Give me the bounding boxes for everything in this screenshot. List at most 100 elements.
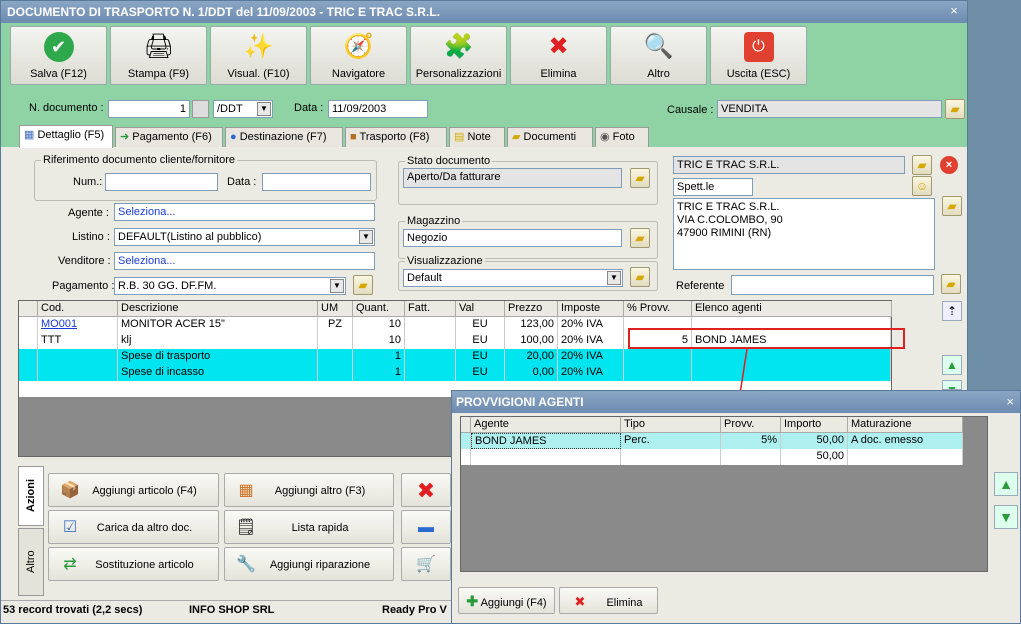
contact-icon[interactable]: ☺	[912, 176, 932, 196]
grid-header[interactable]: Val	[456, 301, 505, 317]
navigator-button[interactable]: 🧭 Navigatore	[310, 26, 407, 85]
dialog-header[interactable]: Agente	[471, 417, 621, 433]
agente-cell[interactable]	[471, 449, 621, 465]
arrow-down-icon[interactable]: ▼	[994, 505, 1018, 529]
dialog-header[interactable]: Provv.	[721, 417, 781, 433]
arrow-down-icon[interactable]: ▼	[942, 380, 962, 390]
dialog-header[interactable]: Maturazione	[848, 417, 963, 433]
tipo-cell[interactable]: Perc.	[621, 433, 721, 449]
row-selector[interactable]	[19, 333, 38, 349]
grid-header[interactable]: Quant.	[353, 301, 405, 317]
grid-header[interactable]: Descrizione	[118, 301, 318, 317]
qty-cell[interactable]: 1	[353, 349, 405, 365]
row-selector[interactable]	[19, 365, 38, 381]
fatt-cell[interactable]	[405, 365, 456, 381]
chevron-down-icon[interactable]: ▼	[607, 271, 621, 285]
grid-header[interactable]: UM	[318, 301, 353, 317]
arrow-up-icon[interactable]: ▲	[942, 355, 962, 375]
more-button[interactable]: 🔍 Altro	[610, 26, 707, 85]
prezzo-cell[interactable]: 0,00	[505, 365, 558, 381]
tab-foto[interactable]: ◉ Foto	[595, 127, 649, 147]
ndoc-input[interactable]: 1	[108, 100, 190, 118]
add-line-button[interactable]: ▬	[401, 510, 451, 544]
save-button[interactable]: ✔ Salva (F12)	[10, 26, 107, 85]
table-row[interactable]: BOND JAMES Perc. 5% 50,00 A doc. emesso	[461, 433, 963, 449]
prezzo-cell[interactable]: 100,00	[505, 333, 558, 349]
table-row[interactable]: Spese di trasporto 1 EU 20,00 20% IVA	[19, 349, 891, 365]
ndoc-picker-button[interactable]	[192, 100, 209, 118]
imposte-cell[interactable]: 20% IVA	[558, 365, 624, 381]
grid-header[interactable]: % Provv.	[624, 301, 692, 317]
agenti-cell[interactable]	[692, 365, 891, 381]
print-button[interactable]: 🖨 Stampa (F9)	[110, 26, 207, 85]
val-cell[interactable]: EU	[456, 365, 505, 381]
window-close-icon[interactable]: ×	[947, 4, 961, 18]
causale-folder-icon[interactable]: ▰	[945, 99, 965, 119]
val-cell[interactable]: EU	[456, 349, 505, 365]
fatt-cell[interactable]	[405, 349, 456, 365]
grid-header[interactable]: Cod.	[38, 301, 118, 317]
tab-altro[interactable]: Altro	[18, 528, 44, 596]
quick-list-button[interactable]: 🗒 Lista rapida	[224, 510, 394, 544]
address-box[interactable]: TRIC E TRAC S.R.L. VIA C.COLOMBO, 90 479…	[673, 198, 935, 270]
address-folder-icon[interactable]: ▰	[942, 196, 962, 216]
tab-dettaglio[interactable]: ▦ Dettaglio (F5)	[19, 125, 113, 148]
tab-note[interactable]: ▤ Note	[449, 127, 505, 147]
arrow-up-icon[interactable]: ▲	[994, 472, 1018, 496]
load-from-doc-button[interactable]: ☑ Carica da altro doc.	[48, 510, 219, 544]
num-input[interactable]	[105, 173, 218, 191]
dialog-header[interactable]: Tipo	[621, 417, 721, 433]
imposte-cell[interactable]: 20% IVA	[558, 349, 624, 365]
maturazione-cell[interactable]	[848, 449, 963, 465]
delete-button[interactable]: ✖ Elimina	[510, 26, 607, 85]
prezzo-cell[interactable]: 20,00	[505, 349, 558, 365]
grid-header[interactable]: Elenco agenti	[692, 301, 892, 317]
customizations-button[interactable]: 🧩 Personalizzazioni	[410, 26, 507, 85]
importo-cell[interactable]: 50,00	[781, 433, 848, 449]
remove-line-button[interactable]: ✖	[401, 473, 451, 507]
pagamento-select[interactable]: R.B. 30 GG. DF.FM. ▼	[114, 277, 346, 295]
prezzo-cell[interactable]: 123,00	[505, 317, 558, 333]
stato-folder-icon[interactable]: ▰	[630, 168, 650, 188]
row-selector[interactable]	[461, 433, 471, 449]
val-cell[interactable]: EU	[456, 317, 505, 333]
cliente-folder-icon[interactable]: ▰	[912, 155, 932, 175]
qty-cell[interactable]: 1	[353, 365, 405, 381]
move-up-icon[interactable]: ⇡	[942, 301, 962, 321]
grid-header[interactable]: Imposte	[558, 301, 624, 317]
date-input[interactable]: 11/09/2003	[328, 100, 428, 118]
desc-cell[interactable]: Spese di incasso	[118, 365, 318, 381]
data-input[interactable]	[262, 173, 371, 191]
magazzino-input[interactable]: Negozio	[403, 229, 622, 247]
referente-folder-icon[interactable]: ▰	[941, 274, 961, 294]
table-row[interactable]: Spese di incasso 1 EU 0,00 20% IVA	[19, 365, 891, 381]
qty-cell[interactable]: 10	[353, 317, 405, 333]
add-repair-button[interactable]: 🔧 Aggiungi riparazione	[224, 547, 394, 581]
agente-cell[interactable]: BOND JAMES	[471, 433, 621, 449]
referente-input[interactable]	[731, 275, 934, 295]
um-cell[interactable]	[318, 349, 353, 365]
fatt-cell[interactable]	[405, 317, 456, 333]
desc-cell[interactable]: klj	[118, 333, 318, 349]
imposte-cell[interactable]: 20% IVA	[558, 317, 624, 333]
row-selector[interactable]	[19, 317, 38, 333]
chevron-down-icon[interactable]: ▼	[359, 230, 373, 244]
table-row[interactable]: 50,00	[461, 449, 963, 465]
provv-cell[interactable]	[624, 365, 692, 381]
val-cell[interactable]: EU	[456, 333, 505, 349]
desc-cell[interactable]: Spese di trasporto	[118, 349, 318, 365]
qty-cell[interactable]: 10	[353, 333, 405, 349]
dialog-add-button[interactable]: ✚ Aggiungi (F4)	[458, 587, 555, 614]
visualizzazione-select[interactable]: Default ▼	[403, 269, 623, 287]
cliente-name[interactable]: TRIC E TRAC S.R.L.	[673, 156, 905, 174]
cod-cell[interactable]: TTT	[38, 333, 118, 349]
cod-link[interactable]: MO001	[38, 317, 118, 333]
tab-pagamento[interactable]: ➜ Pagamento (F6)	[115, 127, 223, 147]
pagamento-folder-icon[interactable]: ▰	[353, 275, 373, 295]
provv-cell[interactable]: 5%	[721, 433, 781, 449]
imposte-cell[interactable]: 20% IVA	[558, 333, 624, 349]
tipo-cell[interactable]	[621, 449, 721, 465]
series-select[interactable]: /DDT ▼	[213, 100, 273, 118]
magazzino-folder-icon[interactable]: ▰	[630, 228, 650, 248]
replace-article-button[interactable]: ⇄ Sostituzione articolo	[48, 547, 219, 581]
